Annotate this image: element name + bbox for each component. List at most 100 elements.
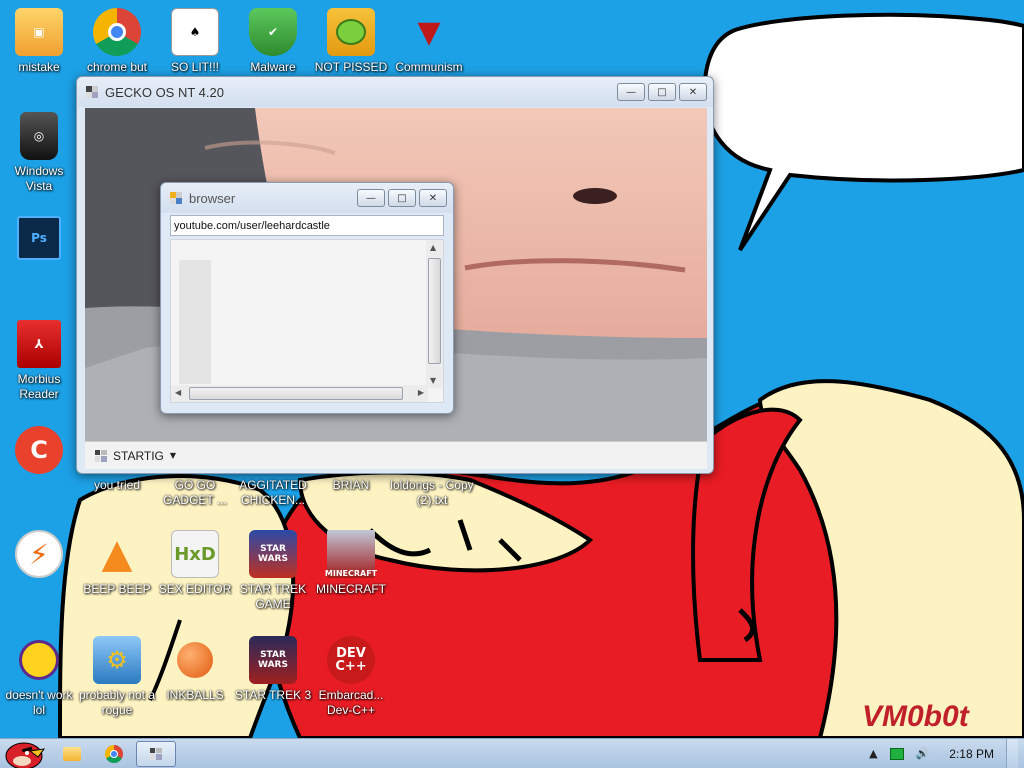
- maximize-button[interactable]: □: [388, 189, 416, 207]
- folder-icon: [63, 746, 81, 761]
- scroll-right-icon[interactable]: ▶: [418, 388, 424, 397]
- desktop-icon-photoshop[interactable]: Ps: [0, 216, 78, 264]
- desktop-icon-solitaire[interactable]: ♠ SO LIT!!!: [156, 8, 234, 75]
- desktop-icon-winamp[interactable]: ⚡: [0, 530, 78, 582]
- gecko-titlebar[interactable]: GECKO OS NT 4.20 — □ ✕: [77, 77, 713, 107]
- system-tray: ▲ 🔊 2:18 PM: [863, 738, 1024, 768]
- close-button[interactable]: ✕: [419, 189, 447, 207]
- folder-app-icon: ▣: [15, 8, 63, 56]
- star-wars-game-icon: STAR WARS: [249, 530, 297, 578]
- clock[interactable]: 2:18 PM: [949, 747, 994, 761]
- gecko-start-bar: STARTIG ▼: [85, 441, 707, 469]
- desktop-icon-label: loldongs - Copy (2).txt: [390, 478, 474, 507]
- desktop-icon-label: SEX EDITOR: [158, 582, 232, 596]
- desktop-icon-malware[interactable]: ✔ Malware: [234, 8, 312, 75]
- desktop-icon-not-pissed[interactable]: NOT PISSED: [312, 8, 390, 75]
- gecko-start-button[interactable]: STARTIG ▼: [95, 449, 176, 463]
- scroll-left-icon[interactable]: ◀: [175, 388, 181, 397]
- desktop-icon-chrome[interactable]: chrome but: [78, 8, 156, 75]
- desktop-icon-hex-editor[interactable]: HxD SEX EDITOR: [156, 530, 234, 597]
- browser-window-icon: [170, 192, 182, 204]
- winamp-bolt-icon: ⚡: [15, 530, 63, 578]
- taskbar: ▲ 🔊 2:18 PM: [0, 738, 1024, 768]
- trash-bin-icon: ◎: [20, 112, 58, 160]
- desktop-icon-go-go-gadget[interactable]: GO GO GADGET ...: [156, 478, 234, 508]
- start-button[interactable]: [0, 739, 50, 768]
- star-wars-3-icon: STAR WARS: [249, 636, 297, 684]
- desktop-icon-yahoo-messenger[interactable]: doesn't work lol: [0, 636, 78, 718]
- desktop-icon-label: mistake: [18, 60, 60, 74]
- desktop-icon-label: Embarcad... Dev-C++: [318, 688, 384, 717]
- minimize-button[interactable]: —: [617, 83, 645, 101]
- desktop-icon-label: INKBALLS: [166, 688, 224, 702]
- ccleaner-icon: C: [15, 426, 63, 474]
- desktop-icon-aggitated-chicken[interactable]: AGGITATED CHICKEN...: [234, 478, 312, 508]
- desktop-icon-minecraft[interactable]: MINECRAFT MINECRAFT: [312, 530, 390, 597]
- desktop-icon-ccleaner[interactable]: C: [0, 426, 78, 478]
- solitaire-icon: ♠: [171, 8, 219, 56]
- horizontal-scroll-thumb[interactable]: [189, 387, 403, 400]
- desktop-icon-dev-cpp[interactable]: DEV C++ Embarcad... Dev-C++: [312, 636, 390, 718]
- angry-bird-icon: [5, 742, 46, 768]
- vlc-cone-icon: ▲: [101, 531, 133, 577]
- desktop-icon-morbius-reader[interactable]: ⅄ Morbius Reader: [0, 320, 78, 402]
- close-button[interactable]: ✕: [679, 83, 707, 101]
- show-desktop-button[interactable]: [1006, 738, 1018, 768]
- chrome-icon: [93, 8, 141, 56]
- scroll-down-icon[interactable]: ▼: [430, 376, 436, 385]
- vertical-scrollbar[interactable]: ▲ ▼: [426, 240, 443, 388]
- shield-check-icon: ✔: [249, 8, 297, 56]
- watermark: VM0b0t: [862, 700, 969, 733]
- desktop-icon-label: BRIAN: [332, 478, 370, 492]
- desktop-icon-brian[interactable]: BRIAN: [312, 478, 390, 493]
- desktop-icon-label: NOT PISSED: [314, 60, 388, 74]
- gecko-app-icon: [150, 747, 162, 760]
- vertical-scroll-thumb[interactable]: [428, 258, 441, 364]
- desktop-icon-beep-beep[interactable]: ▲ BEEP BEEP: [78, 530, 156, 597]
- tray-chevron-icon[interactable]: ▲: [869, 747, 877, 760]
- url-input[interactable]: [170, 215, 444, 236]
- desktop-icon-probably-not-a-rogue[interactable]: ⚙ probably not a rogue: [78, 636, 156, 718]
- devcpp-icon: DEV C++: [327, 636, 375, 684]
- pdf-reader-icon: ⅄: [17, 320, 61, 368]
- scroll-up-icon[interactable]: ▲: [430, 243, 436, 252]
- browser-titlebar[interactable]: browser — □ ✕: [161, 183, 453, 213]
- browser-window[interactable]: browser — □ ✕ ▲ ▼ ◀ ▶: [160, 182, 454, 414]
- desktop-icon-inkballs[interactable]: INKBALLS: [156, 636, 234, 703]
- desktop-icon-you-tried[interactable]: you tried: [78, 478, 156, 493]
- chrome-taskbar-button[interactable]: [94, 741, 134, 767]
- chrome-icon: [105, 744, 123, 763]
- desktop-icon-text-file[interactable]: loldongs - Copy (2).txt: [390, 478, 474, 508]
- desktop-icon-communism[interactable]: ▼ Communism: [390, 8, 468, 75]
- browser-viewport[interactable]: ▲ ▼ ◀ ▶: [170, 239, 444, 403]
- inkball-icon: [171, 636, 219, 684]
- start-label: STARTIG: [113, 448, 164, 463]
- desktop-icon-label: SO LIT!!!: [170, 60, 219, 74]
- desktop-icon-label: MINECRAFT: [316, 582, 386, 596]
- explorer-taskbar-button[interactable]: [52, 741, 92, 767]
- desktop-icon-star-trek-game[interactable]: STAR WARS STAR TREK GAME: [234, 530, 312, 612]
- control-panel-icon: ⚙: [93, 636, 141, 684]
- gecko-taskbar-button[interactable]: [136, 740, 176, 767]
- desktop-icon-label: STAR TREK 3: [234, 688, 312, 702]
- desktop-icon-label: doesn't work lol: [5, 688, 73, 717]
- desktop-icon-label: BEEP BEEP: [83, 582, 151, 596]
- desktop-icon-label: Morbius Reader: [17, 372, 61, 401]
- desktop-icon-star-trek-3[interactable]: STAR WARS STAR TREK 3: [234, 636, 312, 703]
- network-icon[interactable]: [889, 747, 904, 760]
- maximize-button[interactable]: □: [648, 83, 676, 101]
- desktop-icon-label: you tried: [93, 478, 141, 492]
- desktop-icon-label: probably not a rogue: [78, 688, 156, 717]
- start-logo-icon: [95, 449, 107, 462]
- yahoo-messenger-icon: [15, 636, 63, 684]
- desktop-icon-mistake[interactable]: ▣ mistake: [0, 8, 78, 75]
- desktop-icon-windows-vista[interactable]: ◎ Windows Vista: [0, 112, 78, 194]
- volume-icon[interactable]: 🔊: [916, 747, 930, 760]
- page-placeholder-block: [179, 260, 211, 384]
- horizontal-scrollbar[interactable]: ◀ ▶: [171, 385, 428, 402]
- desktop-icon-label: Windows Vista: [14, 164, 64, 193]
- emblem-icon: ▼: [417, 14, 441, 50]
- minimize-button[interactable]: —: [357, 189, 385, 207]
- hxd-editor-icon: HxD: [171, 530, 219, 578]
- desktop-icon-label: chrome but: [86, 60, 148, 74]
